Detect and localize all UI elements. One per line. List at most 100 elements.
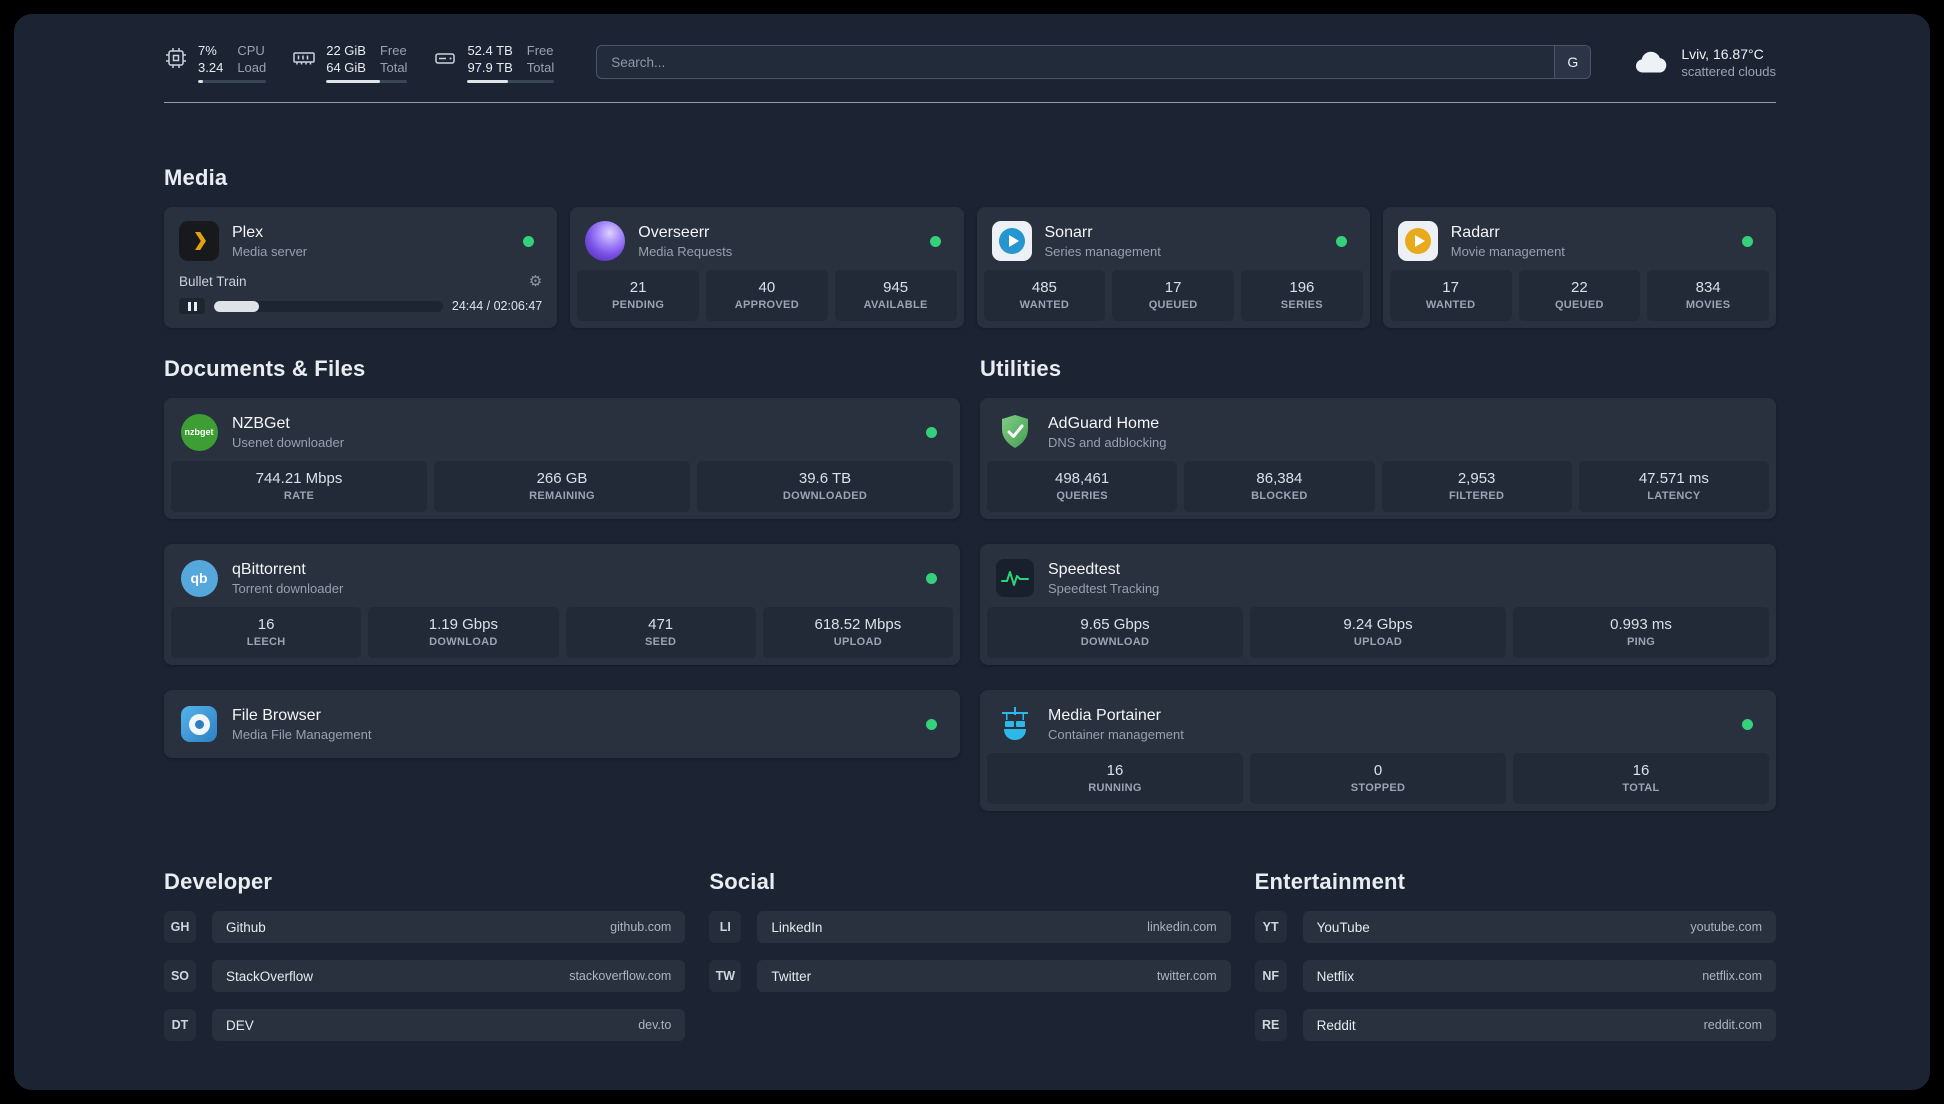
disk-widget: 52.4 TB 97.9 TB Free Total (433, 42, 555, 83)
stat-rate: 744.21 Mbps RATE (171, 461, 427, 512)
stat-queued: 17 QUEUED (1112, 270, 1234, 321)
stat-filtered: 2,953 FILTERED (1381, 461, 1572, 512)
stat-upload: 9.24 Gbps UPLOAD (1250, 607, 1506, 658)
service-name: NZBGet (232, 414, 290, 432)
stat-queries: 498,461 QUERIES (987, 461, 1178, 512)
bookmark-url: twitter.com (1156, 969, 1217, 983)
memory-total-label: Total (379, 59, 408, 75)
search-provider-button[interactable]: G (1554, 46, 1591, 78)
service-name: qBittorrent (232, 560, 306, 578)
qbittorrent-icon: qb (180, 559, 218, 597)
search-bar: G (596, 45, 1592, 79)
service-card-plex[interactable]: Plex Media server Bullet Train ⚙ 24:44 /… (164, 207, 558, 328)
bookmark-abbr: GH (164, 911, 196, 943)
bookmark-url: github.com (610, 920, 672, 934)
stat-available: 945 AVAILABLE (834, 270, 957, 321)
speedtest-icon (995, 558, 1035, 598)
bookmark-reddit[interactable]: RE Reddit reddit.com (1254, 1009, 1776, 1041)
bookmark-dev[interactable]: DT DEV dev.to (164, 1009, 686, 1041)
stat-movies: 834 MOVIES (1647, 270, 1769, 321)
service-desc: Usenet downloader (232, 434, 345, 450)
memory-progress-bar (326, 79, 408, 83)
service-card-speedtest[interactable]: Speedtest Speedtest Tracking 9.65 Gbps DO… (980, 544, 1776, 665)
playback-time: 24:44 / 02:06:47 (451, 299, 543, 313)
bookmark-group-developer: Developer GH Github github.com SO StackO… (164, 869, 686, 1041)
service-desc: Series management (1044, 243, 1161, 259)
service-desc: Media File Management (232, 726, 372, 742)
service-card-radarr[interactable]: Radarr Movie management 17 WANTED 22 QUEUE… (1382, 207, 1776, 328)
stat-wanted: 17 WANTED (1389, 270, 1512, 321)
bookmark-abbr: RE (1254, 1009, 1287, 1041)
cpu-progress-bar (198, 79, 267, 83)
bookmark-linkedin[interactable]: LI LinkedIn linkedin.com (709, 911, 1231, 943)
stat-queued: 22 QUEUED (1518, 270, 1641, 321)
bookmark-twitter[interactable]: TW Twitter twitter.com (709, 960, 1231, 992)
overseerr-icon (585, 221, 626, 261)
pause-button[interactable] (179, 298, 205, 314)
section-utilities: Utilities AdGuard Home DNS and adblockin… (980, 356, 1776, 811)
cpu-usage: 7% (198, 42, 217, 58)
memory-free-value: 22 GiB (326, 42, 366, 58)
playback-progress-bar[interactable] (214, 300, 443, 312)
section-title-utilities: Utilities (980, 356, 1062, 381)
service-name: Plex (232, 223, 264, 241)
service-card-filebrowser[interactable]: File Browser Media File Management (164, 690, 960, 758)
dashboard-content: 7% 3.24 CPU Load 22 GiB 64 GiB Free Tota… (164, 14, 1776, 1075)
service-desc: Torrent downloader (232, 580, 344, 596)
stat-stopped: 0 STOPPED (1250, 753, 1506, 804)
nzbget-icon: nzbget (180, 413, 218, 451)
stat-wanted: 485 WANTED (983, 270, 1106, 321)
cloud-icon (1636, 51, 1667, 73)
service-card-sonarr[interactable]: Sonarr Series management 485 WANTED 17 QUE… (976, 207, 1370, 328)
bookmark-abbr: NF (1254, 960, 1287, 992)
stat-total: 16 TOTAL (1513, 753, 1769, 804)
service-card-overseerr[interactable]: Overseerr Media Requests 21 PENDING 40 APP… (570, 207, 964, 328)
service-card-adguard[interactable]: AdGuard Home DNS and adblocking 498,461 Q… (980, 398, 1776, 519)
filebrowser-icon (181, 706, 217, 742)
weather-location: Lviv, 16.87°C (1681, 45, 1764, 62)
bookmark-github[interactable]: GH Github github.com (164, 911, 686, 943)
stat-blocked: 86,384 BLOCKED (1184, 461, 1375, 512)
bookmark-group-social: Social LI LinkedIn linkedin.com TW Twitt… (709, 869, 1231, 1041)
stat-running: 16 RUNNING (987, 753, 1243, 804)
settings-gear-icon[interactable]: ⚙ (529, 272, 542, 290)
bookmark-name: LinkedIn (771, 919, 823, 935)
cpu-widget: 7% 3.24 CPU Load (164, 42, 267, 83)
section-title-media: Media (164, 165, 228, 190)
section-documents: Documents & Files nzbget NZBGet Usenet d… (164, 356, 960, 811)
bookmark-netflix[interactable]: NF Netflix netflix.com (1254, 960, 1776, 992)
stat-download: 1.19 Gbps DOWNLOAD (368, 607, 559, 658)
topbar-divider (164, 102, 1776, 103)
bookmark-name: Netflix (1316, 968, 1355, 984)
search-input[interactable] (597, 46, 1555, 78)
bookmark-abbr: SO (164, 960, 196, 992)
section-title-developer: Developer (164, 869, 273, 894)
status-dot (929, 235, 941, 247)
status-dot (1742, 718, 1753, 730)
stat-leech: 16 LEECH (171, 607, 362, 658)
bookmark-name: StackOverflow (226, 968, 314, 984)
bookmark-name: Github (226, 919, 266, 935)
service-card-portainer[interactable]: Media Portainer Container management 16 R… (980, 690, 1776, 811)
memory-free-label: Free (379, 42, 407, 58)
service-card-qbittorrent[interactable]: qb qBittorrent Torrent downloader 16 LEEC… (164, 544, 960, 665)
bookmark-abbr: LI (709, 911, 742, 943)
service-desc: Movie management (1450, 243, 1565, 259)
bookmark-abbr: DT (164, 1009, 196, 1041)
weather-widget[interactable]: Lviv, 16.87°C scattered clouds (1633, 46, 1776, 79)
radarr-icon (1397, 221, 1438, 261)
section-title-documents: Documents & Files (164, 356, 366, 381)
bookmark-abbr: TW (709, 960, 742, 992)
service-name: AdGuard Home (1048, 414, 1160, 432)
topbar: 7% 3.24 CPU Load 22 GiB 64 GiB Free Tota… (164, 36, 1776, 88)
cpu-icon (166, 47, 186, 68)
bookmark-stackoverflow[interactable]: SO StackOverflow stackoverflow.com (164, 960, 686, 992)
bookmark-url: youtube.com (1690, 920, 1762, 934)
bookmark-youtube[interactable]: YT YouTube youtube.com (1254, 911, 1776, 943)
service-card-nzbget[interactable]: nzbget NZBGet Usenet downloader 744.21 M… (164, 398, 960, 519)
portainer-icon (995, 704, 1035, 744)
disk-icon (435, 52, 456, 64)
service-name: Media Portainer (1048, 706, 1161, 724)
status-dot (926, 572, 937, 584)
service-name: Speedtest (1048, 560, 1121, 578)
